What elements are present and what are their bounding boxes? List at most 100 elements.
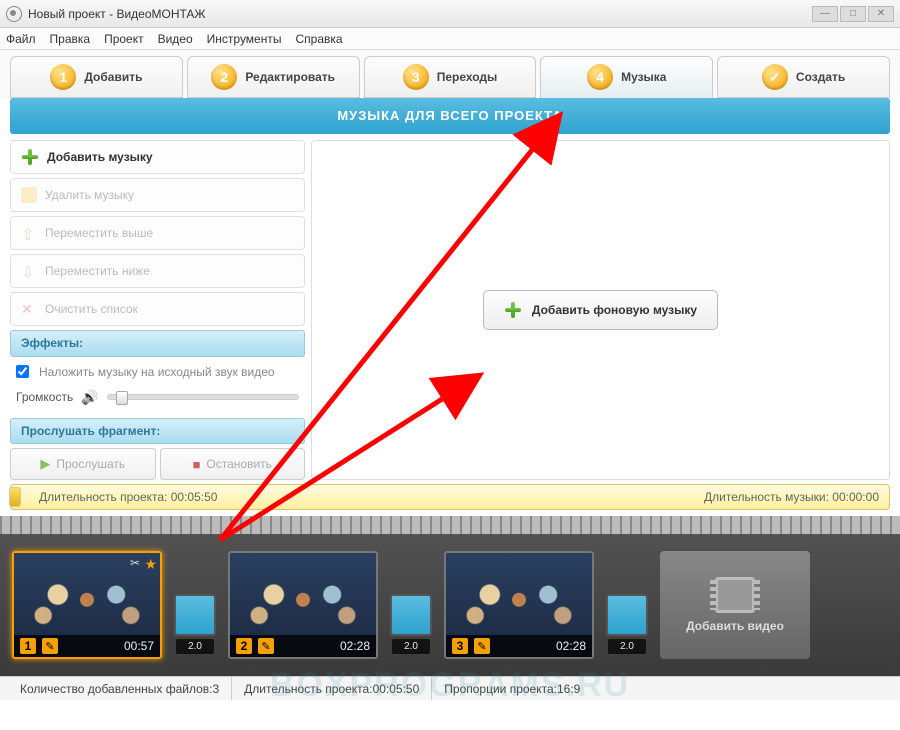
status-files: Количество добавленных файлов: 3 (8, 677, 232, 700)
slider-thumb[interactable] (116, 391, 128, 405)
window-title: Новый проект - ВидеоМОНТАЖ (28, 7, 206, 21)
step-4-icon: 4 (587, 64, 613, 90)
x-icon (21, 301, 37, 317)
workarea: Добавить музыку Удалить музыку Перемести… (10, 140, 890, 480)
menu-file[interactable]: Файл (6, 32, 36, 46)
add-video-label: Добавить видео (686, 619, 784, 633)
music-duration: Длительность музыки: 00:00:00 (704, 490, 879, 504)
play-icon (40, 456, 50, 472)
arrow-down-icon (21, 263, 37, 279)
menubar: Файл Правка Проект Видео Инструменты Спр… (0, 28, 900, 50)
menu-tools[interactable]: Инструменты (207, 32, 282, 46)
clip-duration: 02:28 (556, 639, 586, 653)
clip-duration: 02:28 (340, 639, 370, 653)
step-tabs: 1 Добавить 2 Редактировать 3 Переходы 4Музы… (0, 50, 900, 98)
play-label: Прослушать (56, 457, 125, 471)
pencil-icon[interactable] (42, 638, 58, 654)
tab-create[interactable]: Создать (717, 56, 890, 98)
menu-project[interactable]: Проект (104, 32, 144, 46)
move-down-label: Переместить ниже (45, 264, 150, 278)
menu-video[interactable]: Видео (158, 32, 193, 46)
volume-label: Громкость (16, 390, 73, 404)
clear-list-label: Очистить список (45, 302, 138, 316)
pencil-icon[interactable] (474, 638, 490, 654)
clip-info-bar: 1 00:57 (14, 635, 160, 657)
sidebar: Добавить музыку Удалить музыку Перемести… (10, 140, 305, 480)
status-duration: Длительность проекта: 00:05:50 (232, 677, 432, 700)
play-button[interactable]: Прослушать (10, 448, 156, 480)
close-button[interactable]: ✕ (868, 6, 894, 22)
project-duration: Длительность проекта: 00:05:50 (39, 490, 217, 504)
overlay-music-checkbox[interactable] (16, 365, 29, 378)
clip-1[interactable]: ✂ ★ 1 00:57 (12, 551, 162, 659)
clip-2[interactable]: 2 02:28 (228, 551, 378, 659)
overlay-music-label: Наложить музыку на исходный звук видео (39, 365, 275, 379)
add-video-button[interactable]: Добавить видео (660, 551, 810, 659)
window-controls: — □ ✕ (812, 6, 894, 22)
volume-slider[interactable] (107, 394, 299, 400)
add-bg-music-label: Добавить фоновую музыку (532, 303, 697, 317)
transition-2[interactable]: 2.0 (390, 594, 432, 636)
clip-number: 1 (20, 638, 36, 654)
clip-number: 3 (452, 638, 468, 654)
duration-handle[interactable] (9, 487, 21, 507)
minimize-button[interactable]: — (812, 6, 838, 22)
delete-icon (21, 187, 37, 203)
tab-transitions[interactable]: 3 Переходы (364, 56, 537, 98)
maximize-button[interactable]: □ (840, 6, 866, 22)
menu-help[interactable]: Справка (295, 32, 342, 46)
overlay-music-row: Наложить музыку на исходный звук видео (10, 361, 305, 383)
move-down-button[interactable]: Переместить ниже (10, 254, 305, 288)
tab-add[interactable]: 1 Добавить (10, 56, 183, 98)
transition-3[interactable]: 2.0 (606, 594, 648, 636)
tab-edit[interactable]: 2 Редактировать (187, 56, 360, 98)
duration-bar: Длительность проекта: 00:05:50 Длительно… (10, 484, 890, 510)
add-music-button[interactable]: Добавить музыку (10, 140, 305, 174)
move-up-label: Переместить выше (45, 226, 153, 240)
transition-duration: 2.0 (392, 639, 430, 654)
transition-duration: 2.0 (608, 639, 646, 654)
stop-button[interactable]: Остановить (160, 448, 306, 480)
clip-duration: 00:57 (124, 639, 154, 653)
add-bg-music-button[interactable]: Добавить фоновую музыку (483, 290, 718, 330)
app-icon (6, 6, 22, 22)
delete-music-label: Удалить музыку (45, 188, 134, 202)
step-check-icon (762, 64, 788, 90)
delete-music-button[interactable]: Удалить музыку (10, 178, 305, 212)
plus-icon (21, 148, 39, 166)
scissors-icon[interactable]: ✂ (130, 556, 140, 570)
speaker-icon (81, 389, 98, 406)
arrow-up-icon (21, 225, 37, 241)
effects-header: Эффекты: (10, 330, 305, 356)
star-icon: ★ (144, 556, 157, 573)
music-panel: Добавить фоновую музыку (311, 140, 890, 480)
clip-info-bar: 2 02:28 (230, 635, 376, 657)
tab-edit-label: Редактировать (245, 70, 335, 84)
add-music-label: Добавить музыку (47, 150, 153, 164)
film-icon (715, 577, 755, 613)
tab-transitions-label: Переходы (437, 70, 498, 84)
clear-list-button[interactable]: Очистить список (10, 292, 305, 326)
clip-number: 2 (236, 638, 252, 654)
step-2-icon: 2 (211, 64, 237, 90)
titlebar: Новый проект - ВидеоМОНТАЖ — □ ✕ (0, 0, 900, 28)
status-aspect: Пропорции проекта: 16:9 (432, 677, 592, 700)
clip-info-bar: 3 02:28 (446, 635, 592, 657)
transition-1[interactable]: 2.0 (174, 594, 216, 636)
plus-icon (504, 301, 522, 319)
tab-add-label: Добавить (84, 70, 142, 84)
section-banner: МУЗЫКА ДЛЯ ВСЕГО ПРОЕКТА (10, 98, 890, 134)
step-3-icon: 3 (403, 64, 429, 90)
pencil-icon[interactable] (258, 638, 274, 654)
clip-3[interactable]: 3 02:28 (444, 551, 594, 659)
menu-edit[interactable]: Правка (50, 32, 91, 46)
step-1-icon: 1 (50, 64, 76, 90)
preview-header: Прослушать фрагмент: (10, 418, 305, 444)
volume-row: Громкость (10, 383, 305, 418)
tab-create-label: Создать (796, 70, 845, 84)
stop-icon (193, 457, 201, 472)
tab-music[interactable]: 4Музыка (540, 56, 713, 98)
timeline: ✂ ★ 1 00:57 2.0 2 02:28 2.0 3 02:28 2.0 … (0, 516, 900, 676)
move-up-button[interactable]: Переместить выше (10, 216, 305, 250)
transition-duration: 2.0 (176, 639, 214, 654)
